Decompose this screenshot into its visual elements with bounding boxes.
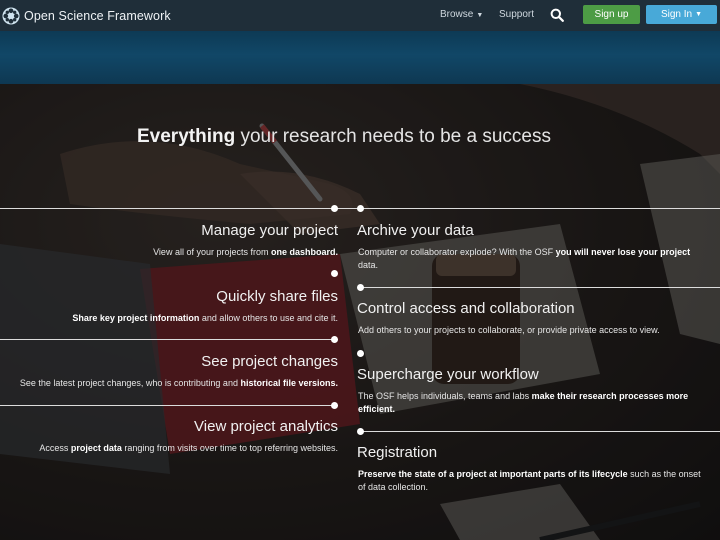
section-title: Everything your research needs to be a s… [137,126,551,148]
desc-text: Access [39,443,71,453]
timeline-line [362,287,720,288]
timeline-dot [331,336,338,343]
feature-title-project-analytics: View project analytics [194,418,338,435]
feature-title-archive-data: Archive your data [357,222,474,239]
timeline-line [0,339,338,340]
desc-text: Add others to your projects to collabora… [358,325,660,335]
desc-text: The OSF helps individuals, teams and lab… [358,391,532,401]
feature-title-supercharge-workflow: Supercharge your workflow [357,366,539,383]
timeline-line [362,431,720,432]
timeline-dot [331,402,338,409]
section-title-rest: your research needs to be a success [235,126,551,147]
timeline-dot [357,205,364,212]
caret-down-icon: ▼ [695,11,703,18]
feature-title-project-changes: See project changes [201,353,338,370]
desc-text: and allow others to use and cite it. [199,313,338,323]
feature-desc-control-access: Add others to your projects to collabora… [358,324,710,337]
feature-desc-supercharge-workflow: The OSF helps individuals, teams and lab… [358,390,710,416]
feature-desc-manage-project: View all of your projects from one dashb… [38,246,338,259]
desc-bold-text: one dashboard. [270,247,338,257]
timeline-line [0,405,338,406]
desc-bold-text: Preserve the state of a project at impor… [358,469,628,479]
feature-title-registration: Registration [357,444,438,461]
brand-name: Open Science Framework [24,8,171,23]
feature-desc-project-analytics: Access project data ranging from visits … [8,442,338,455]
feature-title-manage-project: Manage your project [201,222,338,239]
top-navbar: Open Science Framework Browse ▼ Support S… [0,0,720,31]
feature-desc-share-files: Share key project information and allow … [8,312,338,325]
browse-label: Browse [440,9,474,20]
desc-bold-text: you will never lose your project [555,247,691,257]
desc-text: data. [358,260,379,270]
feature-title-control-access: Control access and collaboration [357,300,575,317]
timeline-line [0,208,362,209]
osf-logo-icon [2,6,20,25]
signin-button[interactable]: Sign In ▼ [646,5,717,24]
signup-label: Sign up [594,9,629,20]
feature-desc-project-changes: See the latest project changes, who is c… [0,377,338,390]
timeline-line [362,208,720,209]
timeline-dot [357,350,364,357]
timeline-dot [331,270,338,277]
timeline-dot [357,428,364,435]
desc-bold-text: project data [70,443,122,453]
hero-banner [0,31,720,84]
signin-label: Sign In [660,9,693,20]
feature-title-share-files: Quickly share files [216,288,338,305]
desc-text: Computer or collaborator explode? With t… [358,247,556,257]
feature-desc-archive-data: Computer or collaborator explode? With t… [358,246,710,272]
support-link[interactable]: Support [499,9,534,20]
browse-menu[interactable]: Browse ▼ [440,9,483,20]
support-label: Support [499,9,535,20]
caret-down-icon: ▼ [476,12,484,19]
section-title-bold: Everything [137,126,236,147]
desc-text: ranging from visits over time to top ref… [121,443,338,453]
desc-text: View all of your projects from [153,247,271,257]
desc-bold-text: Share key project information [72,313,200,323]
feature-desc-registration: Preserve the state of a project at impor… [358,468,710,494]
brand-link[interactable]: Open Science Framework [2,0,171,31]
search-icon[interactable] [550,8,564,22]
desc-bold-text: historical file versions. [240,378,338,388]
timeline-dot [357,284,364,291]
signup-button[interactable]: Sign up [583,5,640,24]
timeline-dot [331,205,338,212]
desc-text: See the latest project changes, who is c… [19,378,241,388]
